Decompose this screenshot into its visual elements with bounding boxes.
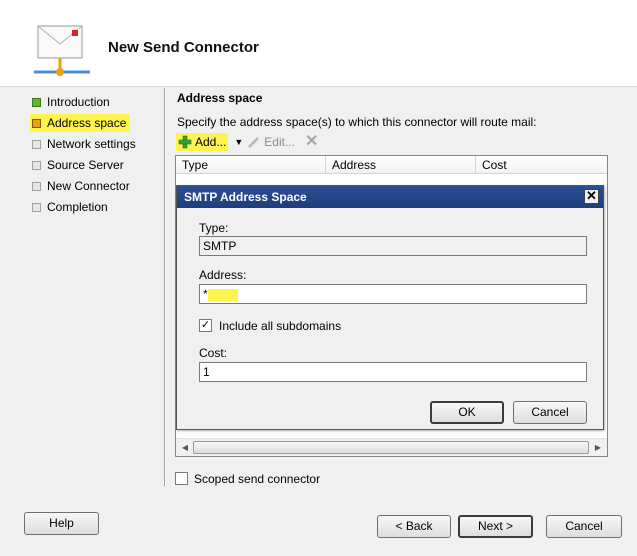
horizontal-scrollbar[interactable]: ◀ ▶ — [176, 438, 607, 456]
scroll-right-icon[interactable]: ▶ — [591, 441, 605, 455]
address-input[interactable]: * — [199, 284, 587, 304]
scoped-send-connector-checkbox[interactable] — [175, 472, 188, 485]
type-field: SMTP — [199, 236, 587, 256]
edit-button-label: Edit... — [264, 135, 295, 149]
instruction-text: Specify the address space(s) to which th… — [177, 115, 537, 129]
wizard-header: New Send Connector — [0, 0, 637, 87]
nav-item-completion: Completion — [30, 198, 112, 216]
edit-button[interactable]: Edit... — [247, 135, 295, 149]
highlight-mark — [207, 288, 238, 301]
nav-item-label: Introduction — [47, 95, 110, 109]
type-label: Type: — [199, 221, 229, 235]
page-title: New Send Connector — [108, 39, 259, 56]
plus-icon — [178, 135, 192, 149]
column-header-address[interactable]: Address — [326, 156, 476, 174]
nav-divider — [164, 88, 166, 486]
next-button[interactable]: Next > — [458, 515, 533, 538]
nav-item-label: Network settings — [47, 137, 136, 151]
help-button[interactable]: Help — [24, 512, 99, 535]
cancel-button[interactable]: Cancel — [546, 515, 622, 538]
step-pending-icon — [32, 160, 41, 170]
include-subdomains-label[interactable]: Include all subdomains — [219, 319, 341, 333]
step-pending-icon — [32, 139, 41, 149]
scoped-send-connector-label[interactable]: Scoped send connector — [194, 472, 320, 486]
include-subdomains-checkbox[interactable]: ✓ — [199, 319, 212, 332]
smtp-address-space-dialog: SMTP Address Space ✕ Type: SMTP Address:… — [176, 185, 604, 430]
nav-item-label: New Connector — [47, 179, 130, 193]
scroll-left-icon[interactable]: ◀ — [178, 441, 192, 455]
delete-x-icon[interactable]: ✕ — [305, 134, 318, 150]
nav-item-address-space: Address space — [30, 114, 131, 132]
ok-button[interactable]: OK — [430, 401, 504, 424]
address-space-toolbar: Add... ▼ Edit... ✕ — [176, 133, 318, 151]
section-title: Address space — [177, 91, 263, 105]
column-header-cost[interactable]: Cost — [476, 156, 607, 174]
nav-item-new-connector: New Connector — [30, 177, 134, 195]
nav-item-introduction: Introduction — [30, 93, 114, 111]
nav-item-label: Address space — [47, 116, 127, 130]
pencil-icon — [248, 137, 260, 148]
nav-item-source-server: Source Server — [30, 156, 128, 174]
back-button[interactable]: < Back — [377, 515, 451, 538]
email-connector-icon — [34, 25, 90, 76]
step-current-icon — [32, 118, 41, 128]
add-button-label: Add... — [195, 135, 227, 149]
cost-label: Cost: — [199, 346, 228, 360]
scrollbar-thumb[interactable] — [193, 441, 589, 454]
address-label: Address: — [199, 268, 247, 282]
column-header-type[interactable]: Type — [176, 156, 326, 174]
add-dropdown-arrow-icon[interactable]: ▼ — [234, 137, 243, 147]
nav-item-network-settings: Network settings — [30, 135, 140, 153]
close-icon[interactable]: ✕ — [584, 189, 599, 204]
nav-item-label: Source Server — [47, 158, 124, 172]
step-pending-icon — [32, 181, 41, 191]
step-pending-icon — [32, 202, 41, 212]
nav-item-label: Completion — [47, 200, 108, 214]
step-complete-icon — [32, 97, 41, 107]
cost-input[interactable]: 1 — [199, 362, 587, 382]
dialog-title: SMTP Address Space — [184, 190, 307, 204]
dialog-titlebar: SMTP Address Space ✕ — [177, 186, 603, 208]
add-button[interactable]: Add... — [176, 133, 229, 151]
dialog-cancel-button[interactable]: Cancel — [513, 401, 587, 424]
